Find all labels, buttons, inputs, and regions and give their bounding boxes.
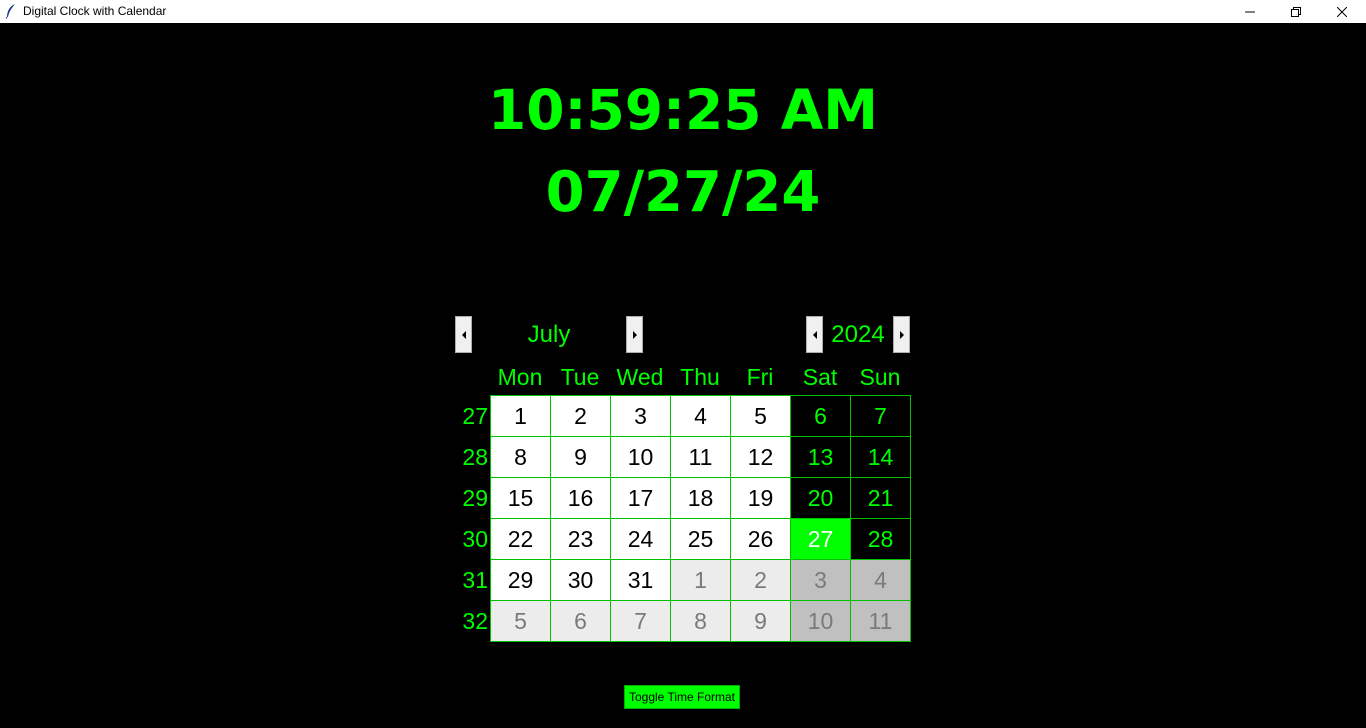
next-year-button[interactable] [893,316,910,353]
triangle-right-icon [899,330,904,339]
day-cell[interactable]: 1 [491,396,551,437]
day-cell[interactable]: 6 [791,396,851,437]
other-month-day-cell[interactable]: 2 [731,560,791,601]
day-cell[interactable]: 16 [551,478,611,519]
title-bar: Digital Clock with Calendar [0,0,1366,23]
day-cell[interactable]: 5 [731,396,791,437]
day-cell[interactable]: 30 [551,560,611,601]
minimize-button[interactable] [1227,0,1273,23]
week-number: 31 [462,567,488,593]
weekday-header: Thu [680,364,720,390]
week-number: 30 [462,526,488,552]
day-cell[interactable]: 31 [611,560,671,601]
day-cell[interactable]: 21 [851,478,911,519]
weekday-header: Fri [746,364,774,390]
day-cell[interactable]: 24 [611,519,671,560]
next-month-button[interactable] [626,316,643,353]
day-cell[interactable]: 14 [851,437,911,478]
triangle-right-icon [632,330,637,339]
day-cell[interactable]: 11 [671,437,731,478]
week-number: 28 [462,444,488,470]
other-month-day-cell[interactable]: 10 [791,601,851,642]
other-month-day-cell[interactable]: 7 [611,601,671,642]
week-number: 32 [462,608,488,634]
day-cell[interactable]: 18 [671,478,731,519]
day-cell[interactable]: 3 [611,396,671,437]
week-number: 27 [462,403,488,429]
other-month-day-cell[interactable]: 5 [491,601,551,642]
weekday-header: Wed [616,364,664,390]
weekday-header: Mon [497,364,543,390]
day-cell[interactable]: 25 [671,519,731,560]
day-cell[interactable]: 8 [491,437,551,478]
restore-icon [1291,6,1301,17]
day-cell[interactable]: 7 [851,396,911,437]
day-cell[interactable]: 17 [611,478,671,519]
clock-date: 07/27/24 [545,160,821,225]
triangle-left-icon [461,330,466,339]
other-month-day-cell[interactable]: 11 [851,601,911,642]
day-cell[interactable]: 29 [491,560,551,601]
day-cell[interactable]: 2 [551,396,611,437]
day-cell[interactable]: 9 [551,437,611,478]
day-cell[interactable]: 28 [851,519,911,560]
toggle-time-format-button[interactable]: Toggle Time Format [624,685,740,709]
close-icon [1337,6,1347,17]
weekday-header: Sun [859,364,901,390]
other-month-day-cell[interactable]: 9 [731,601,791,642]
day-cell[interactable]: 22 [491,519,551,560]
day-cell[interactable]: 12 [731,437,791,478]
other-month-day-cell[interactable]: 8 [671,601,731,642]
day-cell[interactable]: 15 [491,478,551,519]
calendar-grid: 1 2 3 4 5 6 7 8 9 10 11 12 13 14 15 16 1… [490,395,911,642]
other-month-day-cell[interactable]: 3 [791,560,851,601]
feather-icon [4,3,18,19]
day-cell[interactable]: 23 [551,519,611,560]
other-month-day-cell[interactable]: 6 [551,601,611,642]
day-cell[interactable]: 26 [731,519,791,560]
week-number: 29 [462,485,488,511]
month-label: July [527,321,571,348]
day-cell[interactable]: 13 [791,437,851,478]
day-cell[interactable]: 20 [791,478,851,519]
triangle-left-icon [812,330,817,339]
selected-day-cell[interactable]: 27 [791,519,851,560]
other-month-day-cell[interactable]: 4 [851,560,911,601]
day-cell[interactable]: 4 [671,396,731,437]
day-cell[interactable]: 10 [611,437,671,478]
prev-month-button[interactable] [455,316,472,353]
window-title: Digital Clock with Calendar [23,4,167,18]
close-button[interactable] [1319,0,1365,23]
weekday-header: Sat [802,364,838,390]
clock-time: 10:59:25 AM [487,78,879,142]
other-month-day-cell[interactable]: 1 [671,560,731,601]
day-cell[interactable]: 19 [731,478,791,519]
restore-button[interactable] [1273,0,1319,23]
minimize-icon [1245,11,1255,12]
prev-year-button[interactable] [806,316,823,353]
weekday-header: Tue [560,364,600,390]
year-label: 2024 [831,321,885,348]
